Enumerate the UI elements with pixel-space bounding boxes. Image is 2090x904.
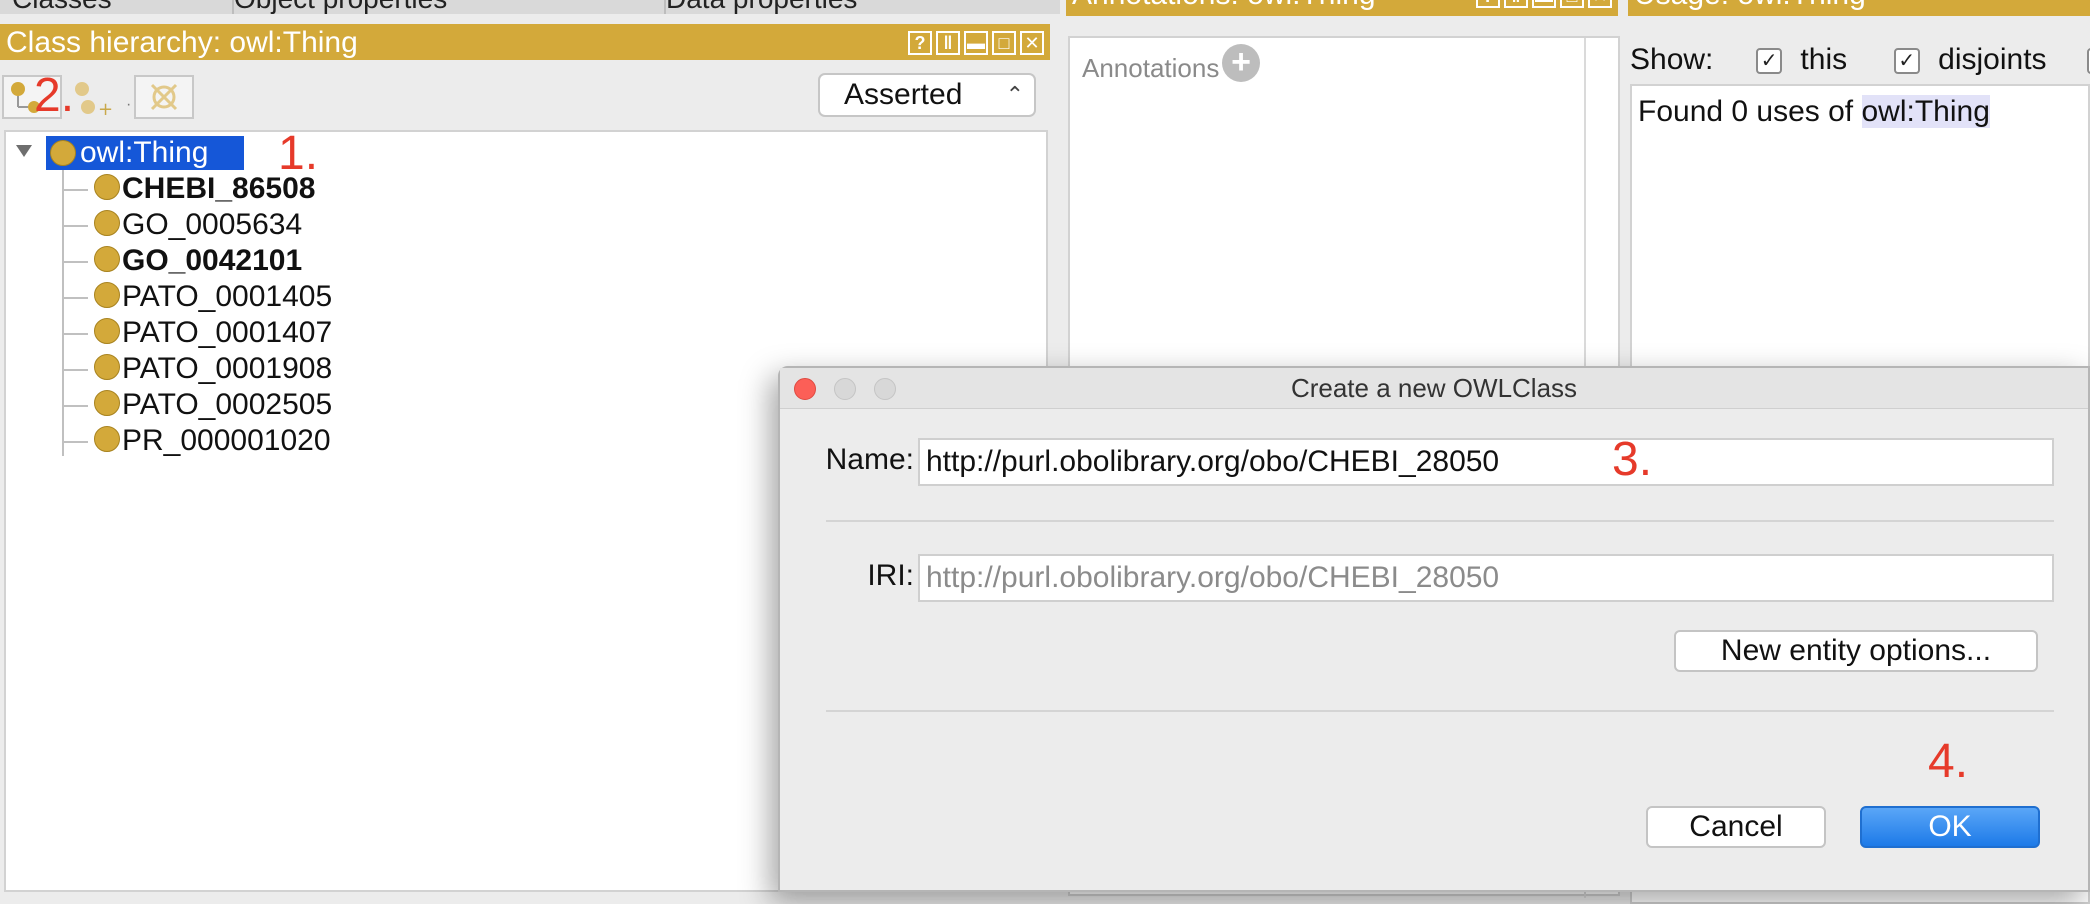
tree-child-label: CHEBI_86508	[122, 172, 316, 205]
class-hierarchy-header: Class hierarchy: owl:Thing ? ‖ ▬ □ ✕	[0, 24, 1050, 62]
tree-child-label: GO_0005634	[122, 208, 303, 241]
tree-child-node[interactable]: PATO_0002505	[88, 388, 332, 422]
tree-line	[62, 261, 88, 263]
annotations-header: Annotations: owl:Thing ? ‖ ▬ □ ✕	[1066, 0, 1618, 16]
annotations-title: Annotations: owl:Thing	[1072, 0, 1376, 11]
tab-object-properties[interactable]: Object properties	[222, 0, 666, 14]
tree-line	[62, 369, 88, 371]
minimize-window-icon[interactable]	[834, 378, 856, 400]
tree-child-node[interactable]: GO_0042101	[88, 244, 302, 278]
tree-child-label: PATO_0002505	[122, 388, 333, 421]
tree-line	[62, 225, 88, 227]
tree-child-label: PATO_0001407	[122, 316, 333, 349]
dialog-titlebar: Create a new OWLClass	[780, 368, 2088, 409]
minimize-icon[interactable]: ▬	[1532, 0, 1556, 8]
tree-root-node[interactable]: owl:Thing	[46, 136, 244, 170]
name-label: Name:	[825, 443, 914, 476]
close-icon[interactable]: ✕	[1588, 0, 1612, 8]
zoom-window-icon[interactable]	[874, 378, 896, 400]
show-label: Show:	[1630, 43, 1714, 76]
usage-result-entity[interactable]: owl:Thing	[1861, 95, 1990, 128]
class-icon	[94, 390, 120, 416]
class-hierarchy-title: Class hierarchy: owl:Thing	[6, 26, 358, 59]
ok-button[interactable]: OK	[1860, 806, 2040, 848]
close-icon[interactable]: ✕	[1020, 31, 1044, 55]
cancel-button[interactable]: Cancel	[1646, 806, 1826, 848]
disjoints-option-label: disjoints	[1938, 43, 2047, 76]
tree-line	[62, 297, 88, 299]
tree-child-label: PATO_0001405	[122, 280, 333, 313]
class-icon	[94, 426, 120, 452]
delete-class-button[interactable]	[134, 75, 194, 119]
svg-text:+: +	[98, 99, 113, 117]
step-marker-3: 3.	[1612, 433, 1653, 486]
tree-child-node[interactable]: PATO_0001908	[88, 352, 332, 386]
add-sibling-icon: +	[75, 82, 113, 120]
tree-child-node[interactable]: PATO_0001405	[88, 280, 332, 314]
tree-line	[62, 441, 88, 443]
step-marker-1: 1.	[278, 127, 319, 180]
class-icon	[50, 140, 76, 166]
create-class-dialog: Create a new OWLClass Name: http://purl.…	[778, 366, 2090, 892]
iri-label: IRI:	[867, 559, 914, 592]
usage-show-options: Show: ✓ this ✓ disjoints ✓	[1630, 40, 2090, 80]
tree-child-node[interactable]: PR_000001020	[88, 424, 331, 458]
close-window-icon[interactable]	[794, 378, 816, 400]
iri-field[interactable]: http://purl.obolibrary.org/obo/CHEBI_280…	[918, 554, 2054, 602]
select-chevron-icon: ⌃	[1005, 82, 1024, 107]
view-mode-value: Asserted	[844, 78, 963, 111]
tree-child-node[interactable]: CHEBI_86508	[88, 172, 315, 206]
maximize-icon[interactable]: □	[992, 31, 1016, 55]
tree-child-node[interactable]: PATO_0001407	[88, 316, 332, 350]
tree-child-label: PATO_0001908	[122, 352, 333, 385]
usage-header: Usage: owl:Thing	[1628, 0, 2090, 16]
tab-bar: Classes Object properties Data propertie…	[0, 0, 1060, 14]
help-icon[interactable]: ?	[1476, 0, 1500, 8]
split-view-icon[interactable]: ‖	[936, 31, 960, 55]
step-marker-4: 4.	[1928, 735, 1969, 788]
tree-line	[62, 170, 64, 456]
view-mode-select[interactable]: Asserted ⌃	[818, 73, 1036, 117]
annotations-section-label: Annotations	[1082, 53, 1220, 83]
tree-child-label: PR_000001020	[122, 424, 331, 457]
delete-class-icon	[150, 83, 178, 111]
tab-classes[interactable]: Classes	[0, 0, 234, 14]
class-icon	[94, 246, 120, 272]
expand-triangle-icon[interactable]	[14, 142, 36, 160]
class-icon	[94, 282, 120, 308]
toolbar-separator: ·	[126, 96, 132, 113]
this-option-label: this	[1800, 43, 1848, 76]
class-icon	[94, 210, 120, 236]
divider	[826, 520, 2054, 522]
split-view-icon[interactable]: ‖	[1504, 0, 1528, 8]
window-controls: ? ‖ ▬ □ ✕	[908, 31, 1044, 55]
tree-root-label: owl:Thing	[80, 136, 209, 169]
this-checkbox[interactable]: ✓	[1756, 48, 1783, 75]
tree-child-label: GO_0042101	[122, 244, 303, 277]
tree-child-node[interactable]: GO_0005634	[88, 208, 302, 242]
disjoints-checkbox[interactable]: ✓	[1893, 48, 1920, 75]
usage-result-text: Found 0 uses of owl:Thing	[1638, 92, 1990, 132]
step-marker-2: 2.	[34, 69, 75, 122]
tree-line	[62, 333, 88, 335]
tab-data-properties[interactable]: Data properties	[654, 0, 1060, 14]
divider	[826, 710, 2054, 712]
new-entity-options-button[interactable]: New entity options...	[1674, 630, 2038, 672]
class-icon	[94, 354, 120, 380]
usage-result-prefix: Found 0 uses of	[1638, 95, 1854, 128]
add-annotation-icon[interactable]: +	[1222, 44, 1260, 82]
tree-line	[62, 405, 88, 407]
usage-title: Usage: owl:Thing	[1634, 0, 1866, 11]
minimize-icon[interactable]: ▬	[964, 31, 988, 55]
class-icon	[94, 318, 120, 344]
maximize-icon[interactable]: □	[1560, 0, 1584, 8]
window-controls: ? ‖ ▬ □ ✕	[1476, 0, 1612, 8]
name-field-value: http://purl.obolibrary.org/obo/CHEBI_280…	[926, 445, 1500, 478]
iri-field-value: http://purl.obolibrary.org/obo/CHEBI_280…	[926, 561, 1500, 594]
help-icon[interactable]: ?	[908, 31, 932, 55]
name-field[interactable]: http://purl.obolibrary.org/obo/CHEBI_280…	[918, 438, 2054, 486]
tree-line	[62, 189, 88, 191]
dialog-title: Create a new OWLClass	[1290, 373, 1578, 403]
class-icon	[94, 174, 120, 200]
